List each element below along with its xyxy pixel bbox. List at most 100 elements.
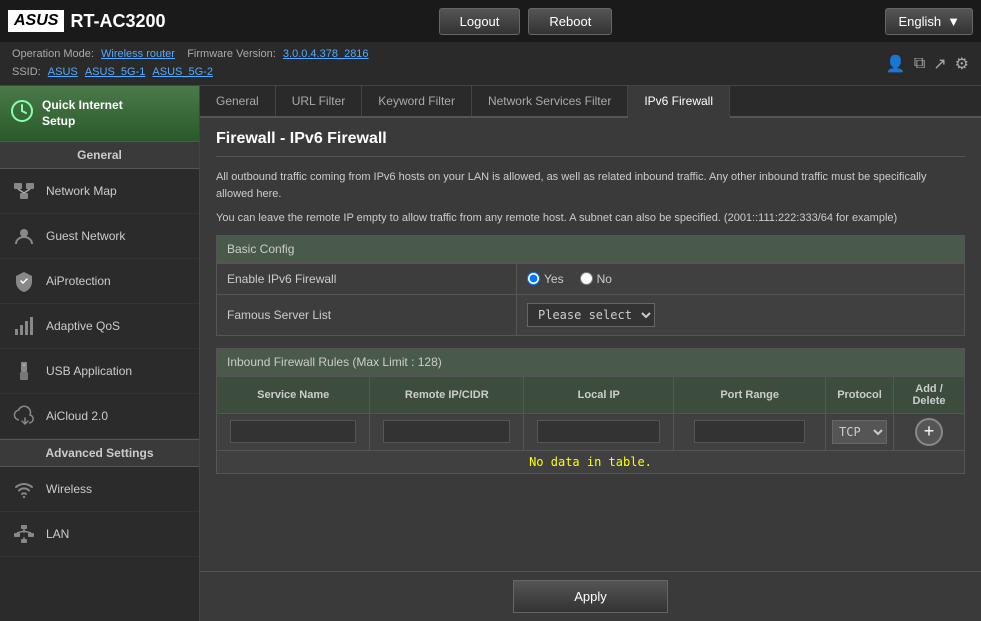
sidebar-item-label: Adaptive QoS [46, 319, 120, 333]
tab-network-services-filter[interactable]: Network Services Filter [472, 86, 628, 116]
page-title: Firewall - IPv6 Firewall [216, 130, 965, 157]
adaptive-qos-icon [12, 314, 36, 338]
bottom-bar: Apply [200, 571, 981, 621]
port-range-cell [674, 413, 826, 450]
sidebar-item-adaptive-qos[interactable]: Adaptive QoS [0, 304, 199, 349]
ssid-label: SSID: [12, 66, 41, 78]
table-input-row: TCP UDP BOTH + [217, 413, 965, 450]
quick-internet-icon [10, 99, 34, 129]
radio-no-text: No [597, 272, 612, 286]
tab-ipv6-firewall[interactable]: IPv6 Firewall [628, 86, 730, 118]
language-button[interactable]: English ▼ [885, 8, 973, 35]
info-left: Operation Mode: Wireless router Firmware… [12, 46, 369, 81]
ssid2-link[interactable]: ASUS_5G-1 [85, 66, 146, 78]
operation-mode-link[interactable]: Wireless router [101, 48, 175, 60]
sidebar-item-label: AiProtection [46, 274, 111, 288]
sidebar-item-lan[interactable]: LAN [0, 512, 199, 557]
basic-config-header: Basic Config [216, 235, 965, 263]
remote-ip-input[interactable] [383, 420, 510, 443]
sidebar-item-label: USB Application [46, 364, 132, 378]
sidebar-item-label: AiCloud 2.0 [46, 409, 108, 423]
logout-button[interactable]: Logout [439, 8, 521, 35]
radio-no-label[interactable]: No [580, 272, 612, 286]
sidebar-general-header: General [0, 141, 199, 169]
sidebar-item-guest-network[interactable]: Guest Network [0, 214, 199, 259]
ssid3-link[interactable]: ASUS_5G-2 [152, 66, 213, 78]
top-bar: ASUS RT-AC3200 Logout Reboot English ▼ [0, 0, 981, 42]
info-bar: Operation Mode: Wireless router Firmware… [0, 42, 981, 86]
local-ip-cell [524, 413, 674, 450]
tab-general[interactable]: General [200, 86, 276, 116]
protocol-select-wrapper: TCP UDP BOTH [832, 420, 887, 444]
sidebar: Quick InternetSetup General Network Map [0, 86, 200, 621]
ssid1-link[interactable]: ASUS [48, 66, 78, 78]
local-ip-input[interactable] [537, 420, 660, 443]
main-content: General URL Filter Keyword Filter Networ… [200, 86, 981, 621]
clone-icon: ⧉ [914, 55, 925, 73]
add-rule-button[interactable]: + [915, 418, 943, 446]
usb-application-icon [12, 359, 36, 383]
description2: You can leave the remote IP empty to all… [216, 210, 965, 227]
enable-ipv6-label: Enable IPv6 Firewall [217, 263, 517, 294]
operation-mode-label: Operation Mode: [12, 48, 94, 60]
tabs: General URL Filter Keyword Filter Networ… [200, 86, 981, 118]
radio-yes-input[interactable] [527, 272, 540, 285]
enable-ipv6-row: Enable IPv6 Firewall Yes No [217, 263, 965, 294]
sidebar-item-usb-application[interactable]: USB Application [0, 349, 199, 394]
radio-group-ipv6: Yes No [527, 272, 954, 286]
col-remote-ip: Remote IP/CIDR [370, 376, 524, 413]
famous-server-select[interactable]: Please select [527, 303, 655, 327]
sidebar-item-aiprotection[interactable]: AiProtection [0, 259, 199, 304]
sidebar-item-network-map[interactable]: Network Map [0, 169, 199, 214]
add-delete-cell: + [894, 413, 965, 450]
network-map-icon [12, 179, 36, 203]
service-name-cell [217, 413, 370, 450]
sidebar-item-aicloud[interactable]: AiCloud 2.0 [0, 394, 199, 439]
model-name: RT-AC3200 [70, 11, 165, 32]
description1: All outbound traffic coming from IPv6 ho… [216, 169, 965, 202]
col-service-name: Service Name [217, 376, 370, 413]
reboot-button[interactable]: Reboot [528, 8, 612, 35]
sidebar-item-label: LAN [46, 527, 69, 541]
sidebar-item-wireless[interactable]: Wireless [0, 467, 199, 512]
radio-yes-label[interactable]: Yes [527, 272, 564, 286]
inbound-rules-header: Inbound Firewall Rules (Max Limit : 128) [216, 348, 965, 376]
sidebar-item-label: Guest Network [46, 229, 125, 243]
col-local-ip: Local IP [524, 376, 674, 413]
chevron-down-icon: ▼ [947, 14, 960, 29]
settings-icon: ⚙ [955, 54, 969, 74]
guest-network-icon [12, 224, 36, 248]
aicloud-icon [12, 404, 36, 428]
sidebar-item-label: Wireless [46, 482, 92, 496]
lan-icon [12, 522, 36, 546]
port-range-input[interactable] [694, 420, 805, 443]
aiprotection-icon [12, 269, 36, 293]
enable-ipv6-value: Yes No [517, 263, 965, 294]
protocol-select[interactable]: TCP UDP BOTH [832, 420, 887, 444]
user-icon: 👤 [886, 54, 906, 74]
asus-logo: ASUS [8, 10, 64, 32]
col-port-range: Port Range [674, 376, 826, 413]
brand-logo: ASUS RT-AC3200 [8, 10, 166, 32]
apply-button[interactable]: Apply [513, 580, 668, 613]
service-name-input[interactable] [230, 420, 356, 443]
famous-server-label: Famous Server List [217, 294, 517, 335]
famous-server-value: Please select [517, 294, 965, 335]
sidebar-advanced-header: Advanced Settings [0, 439, 199, 467]
firmware-link[interactable]: 3.0.0.4.378_2816 [283, 48, 369, 60]
wireless-icon [12, 477, 36, 501]
radio-yes-text: Yes [544, 272, 564, 286]
table-header-row: Service Name Remote IP/CIDR Local IP Por… [217, 376, 965, 413]
remote-ip-cell [370, 413, 524, 450]
radio-no-input[interactable] [580, 272, 593, 285]
col-protocol: Protocol [826, 376, 894, 413]
main-layout: Quick InternetSetup General Network Map [0, 86, 981, 621]
sidebar-item-label: Network Map [46, 184, 117, 198]
tab-url-filter[interactable]: URL Filter [276, 86, 363, 116]
famous-server-row: Famous Server List Please select [217, 294, 965, 335]
firmware-label: Firmware Version: [187, 48, 276, 60]
tab-keyword-filter[interactable]: Keyword Filter [362, 86, 472, 116]
protocol-cell: TCP UDP BOTH [826, 413, 894, 450]
quick-internet-setup[interactable]: Quick InternetSetup [0, 86, 199, 141]
no-data-text: No data in table. [217, 450, 965, 473]
